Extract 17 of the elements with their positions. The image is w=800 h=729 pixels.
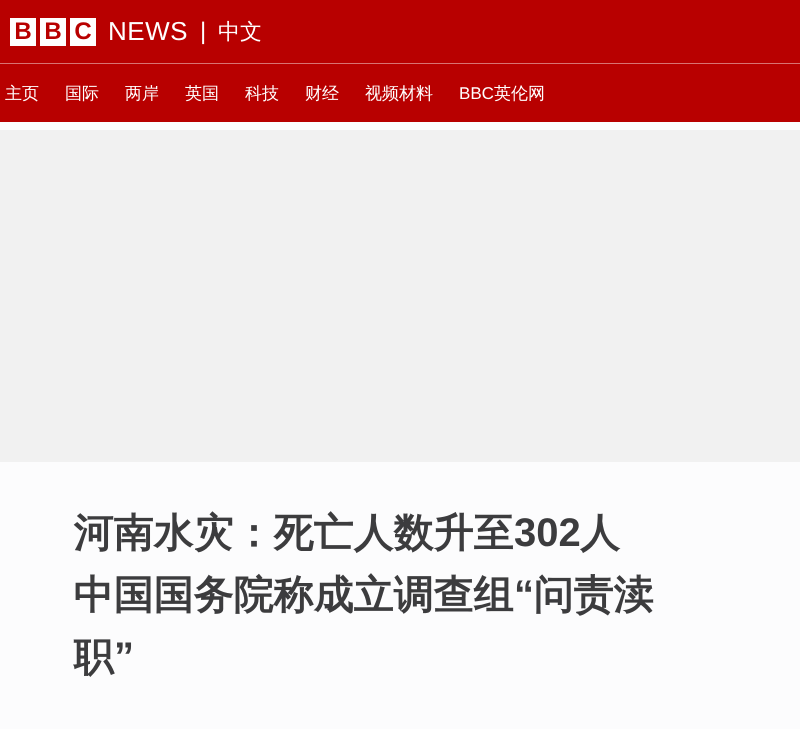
headline-line: 河南水灾：死亡人数升至302人 [74, 510, 622, 557]
separator: | [200, 18, 206, 46]
brand-name: NEWS [108, 16, 188, 47]
nav-link[interactable]: 财经 [305, 78, 339, 108]
headline-line: 职” [74, 634, 135, 681]
nav-link[interactable]: 国际 [65, 78, 99, 108]
logo-block: B [40, 18, 66, 46]
logo-block: C [70, 18, 96, 46]
nav-link[interactable]: BBC英伦网 [459, 78, 545, 108]
nav-link[interactable]: 主页 [5, 78, 39, 108]
nav-link[interactable]: 视频材料 [365, 78, 433, 108]
logo-block: B [10, 18, 36, 46]
nav-link[interactable]: 科技 [245, 78, 279, 108]
nav-link[interactable]: 英国 [185, 78, 219, 108]
edition-label: 中文 [218, 18, 262, 46]
headline-line: 中国国务院称成立调查组“问责渎 [74, 572, 655, 619]
nav-link[interactable]: 两岸 [125, 78, 159, 108]
